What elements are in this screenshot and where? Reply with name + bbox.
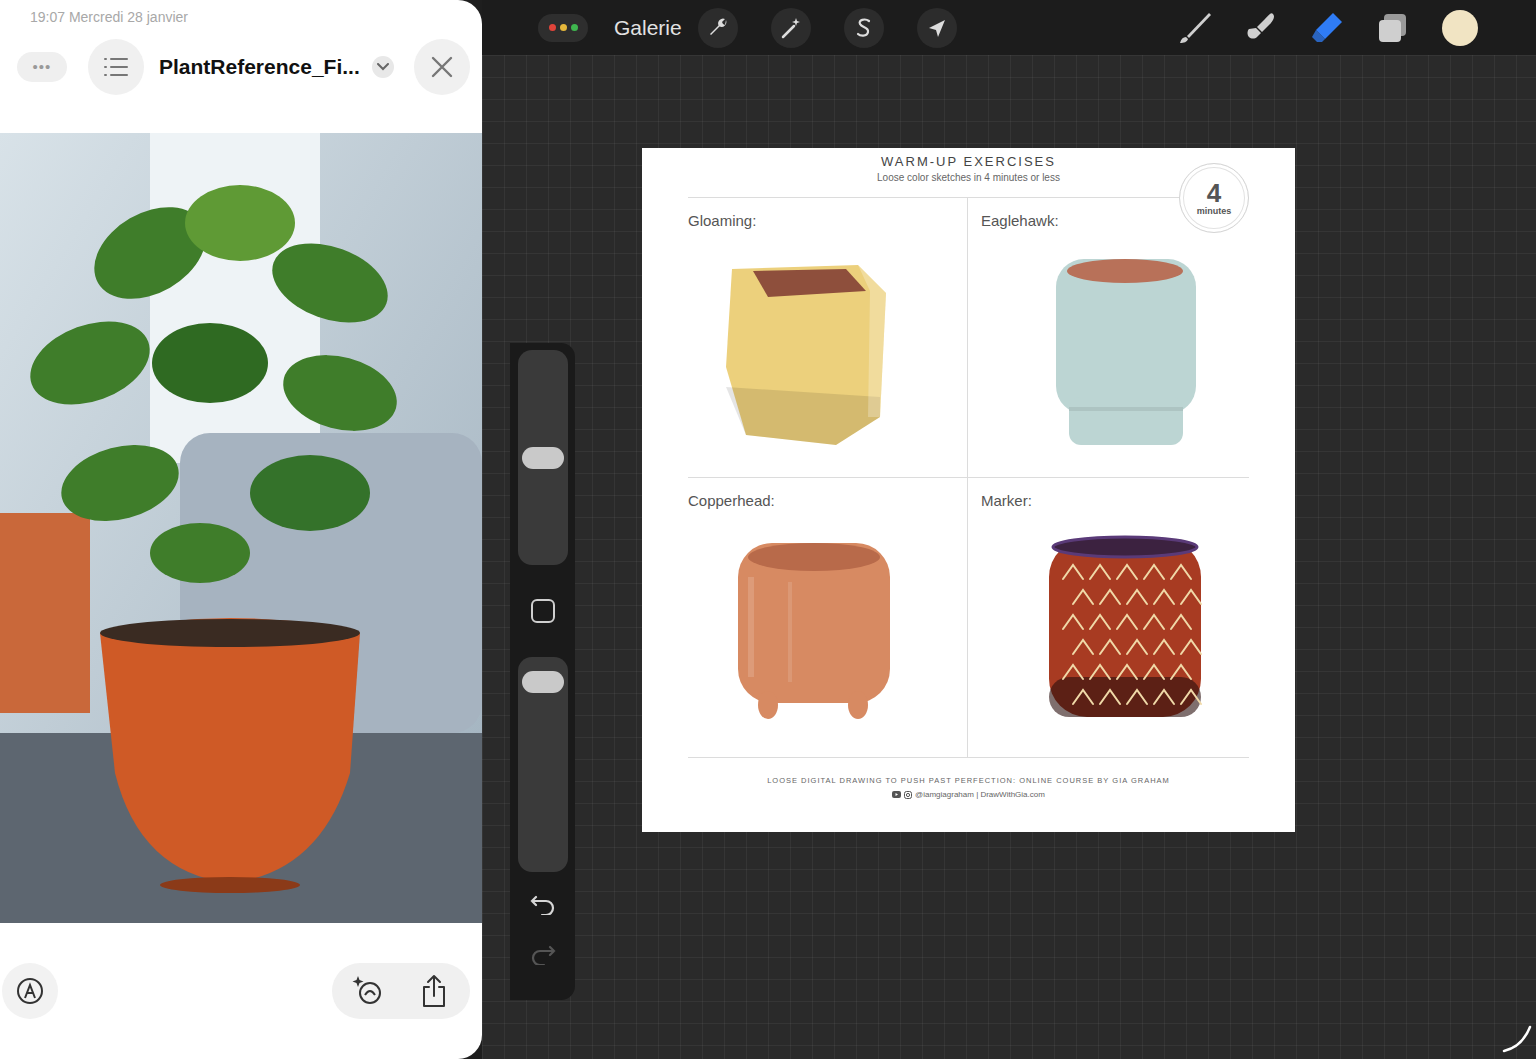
eraser-icon <box>1309 10 1345 46</box>
plant-photo <box>0 133 482 923</box>
sheet-subtitle: Loose color sketches in 4 minutes or les… <box>688 172 1249 183</box>
sheet-footer: LOOSE DIGITAL DRAWING TO PUSH PAST PERFE… <box>688 776 1249 799</box>
sheet-title: WARM-UP EXERCISES <box>688 154 1249 169</box>
file-title: PlantReference_Fi... <box>159 55 360 79</box>
social-handles: @iamgiagraham | DrawWithGia.com <box>915 790 1045 799</box>
youtube-icon <box>892 791 901 798</box>
exercise-cell: Gloaming: <box>688 198 968 478</box>
drawing-canvas[interactable]: WARM-UP EXERCISES Loose color sketches i… <box>642 148 1295 832</box>
quick-look-footer <box>0 923 482 1059</box>
brush-tool[interactable] <box>1174 7 1216 49</box>
actions-button[interactable] <box>698 8 738 48</box>
adjustments-button[interactable] <box>771 8 811 48</box>
brush-sidebar <box>510 343 575 1000</box>
share-button[interactable] <box>408 965 460 1017</box>
size-slider[interactable] <box>518 350 568 565</box>
undo-icon <box>530 893 556 915</box>
layers-icon <box>1375 10 1411 46</box>
title-menu-button[interactable] <box>372 56 394 78</box>
redo-icon <box>530 943 556 965</box>
magic-wand-icon <box>779 16 803 40</box>
visual-lookup-button[interactable] <box>342 965 394 1017</box>
course-credit: LOOSE DIGITAL DRAWING TO PUSH PAST PERFE… <box>688 776 1249 785</box>
instagram-icon <box>904 791 912 799</box>
yellow-dot-icon <box>560 24 567 31</box>
undo-button[interactable] <box>518 882 568 926</box>
color-swatch[interactable] <box>1442 10 1478 46</box>
wrench-icon <box>706 16 730 40</box>
left-toolbar: Galerie <box>538 8 990 48</box>
list-icon <box>103 56 129 78</box>
close-button[interactable] <box>414 39 470 95</box>
sheet-header: WARM-UP EXERCISES Loose color sketches i… <box>688 148 1249 198</box>
exercise-label: Marker: <box>981 492 1032 509</box>
pot-sketch <box>708 527 918 732</box>
exercise-label: Copperhead: <box>688 492 775 509</box>
badge-value: 4 <box>1207 180 1221 206</box>
modify-button[interactable] <box>518 565 568 657</box>
list-button[interactable] <box>88 39 144 95</box>
red-dot-icon <box>549 24 556 31</box>
badge-unit: minutes <box>1197 206 1232 216</box>
green-dot-icon <box>571 24 578 31</box>
corner-handle-icon[interactable] <box>1502 1023 1532 1053</box>
eraser-tool[interactable] <box>1306 7 1348 49</box>
exercise-cell: Eaglehawk: <box>968 198 1249 478</box>
brush-icon <box>1177 10 1213 46</box>
markup-button[interactable] <box>2 963 58 1019</box>
right-toolbar <box>1174 7 1478 49</box>
gallery-button[interactable]: Galerie <box>614 12 682 44</box>
minutes-badge: 4 minutes <box>1179 163 1249 233</box>
smudge-tool[interactable] <box>1240 7 1282 49</box>
more-button[interactable]: ••• <box>17 52 67 82</box>
window-controls-button[interactable] <box>538 14 588 42</box>
pot-sketch <box>1001 527 1211 732</box>
smudge-icon <box>1243 10 1279 46</box>
procreate-app: Galerie WARM-UP EXERCISES Loose color sk… <box>482 0 1536 1059</box>
exercise-label: Eaglehawk: <box>981 212 1059 229</box>
top-toolbar: Galerie <box>482 0 1536 55</box>
pot-sketch <box>708 247 918 452</box>
selection-icon <box>852 16 876 40</box>
exercise-label: Gloaming: <box>688 212 756 229</box>
exercise-cell: Copperhead: <box>688 478 968 758</box>
exercise-grid: Gloaming: Eaglehawk: Copperhead: Marker: <box>688 198 1249 758</box>
layers-tool[interactable] <box>1372 7 1414 49</box>
canvas-workspace: WARM-UP EXERCISES Loose color sketches i… <box>482 55 1536 1059</box>
slider-thumb[interactable] <box>522 447 564 469</box>
pot-sketch <box>1001 247 1211 452</box>
quick-look-panel: ••• PlantReference_Fi... 19:07 Mercredi … <box>0 0 482 1059</box>
slider-thumb[interactable] <box>522 671 564 693</box>
redo-button[interactable] <box>518 932 568 976</box>
action-group <box>332 963 470 1019</box>
plant-photo-image <box>0 133 482 923</box>
transform-button[interactable] <box>917 8 957 48</box>
visual-lookup-icon <box>351 974 385 1008</box>
ipad-screen: ••• PlantReference_Fi... 19:07 Mercredi … <box>0 0 1536 1059</box>
square-icon <box>531 599 555 623</box>
exercise-cell: Marker: <box>968 478 1249 758</box>
social-links: @iamgiagraham | DrawWithGia.com <box>688 790 1249 799</box>
status-bar-time: 19:07 Mercredi 28 janvier <box>30 9 188 25</box>
close-icon <box>431 56 453 78</box>
selection-button[interactable] <box>844 8 884 48</box>
chevron-down-icon <box>377 63 389 71</box>
opacity-slider[interactable] <box>518 657 568 872</box>
transform-arrow-icon <box>925 16 949 40</box>
markup-pen-icon <box>16 977 44 1005</box>
share-icon <box>420 974 448 1008</box>
